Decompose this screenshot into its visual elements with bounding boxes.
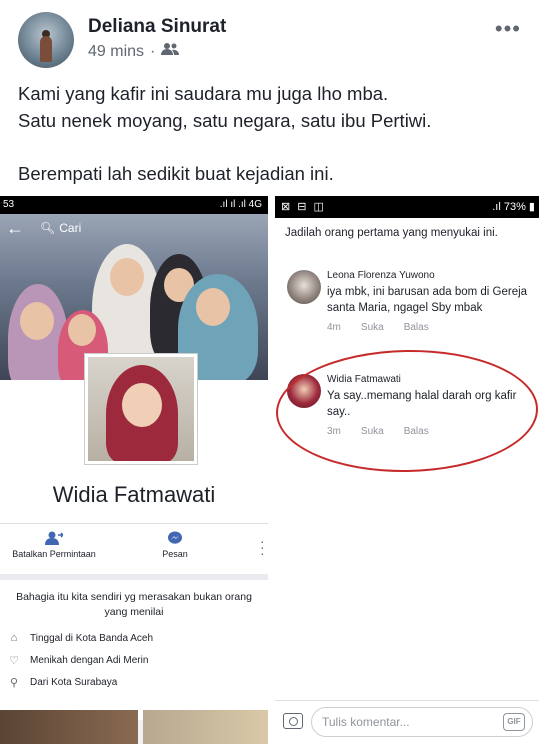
- info-lives-text[interactable]: Tinggal di Kota Banda Aceh: [30, 633, 153, 644]
- commenter-name[interactable]: Widia Fatmawati: [327, 374, 537, 385]
- comment-time: 3m: [327, 426, 341, 437]
- location-pin-icon: ⚲: [9, 677, 19, 689]
- meta-separator: ·: [150, 42, 156, 60]
- search-bar[interactable]: ← 🔍︎ Cari: [0, 214, 268, 244]
- post-caption: Kami yang kafir ini saudara mu juga lho …: [18, 80, 528, 187]
- info-relationship-text[interactable]: Menikah dengan Adi Merin: [30, 655, 148, 666]
- profile-picture[interactable]: [85, 354, 197, 464]
- comment-input[interactable]: [311, 707, 533, 737]
- comment-composer: GIF: [275, 700, 539, 744]
- profile-name: Widia Fatmawati: [52, 482, 216, 507]
- status-signal: ⠀.ıl ıl .ıl 4G: [212, 199, 262, 210]
- profile-screenshot: 53 ⠀.ıl ıl .ıl 4G ← 🔍︎ Cari Widia Fatmaw…: [0, 196, 268, 744]
- home-icon: ⌂: [10, 632, 18, 644]
- photo-thumbnail[interactable]: [0, 710, 138, 744]
- comment-text: Ya say..memang halal darah org kafir say…: [327, 390, 517, 418]
- comment-text: iya mbk, ini barusan ada bom di Gereja s…: [327, 286, 528, 314]
- camera-icon[interactable]: [283, 713, 303, 729]
- status-battery: .ıl 73% ▮: [492, 201, 535, 213]
- status-time: 53: [3, 199, 15, 210]
- commenter-avatar[interactable]: [287, 374, 321, 408]
- cancel-friend-request-icon: [45, 531, 63, 545]
- photo-strip: [0, 710, 268, 744]
- divider: [0, 523, 268, 524]
- reply-button[interactable]: Balas: [404, 426, 429, 437]
- cancel-request-button[interactable]: Batalkan Permintaan: [2, 531, 106, 559]
- info-lives-in: ⌂ Tinggal di Kota Banda Aceh: [8, 632, 153, 644]
- friends-icon[interactable]: [161, 42, 180, 61]
- author-avatar[interactable]: [18, 12, 74, 68]
- message-button[interactable]: Pesan: [150, 531, 200, 559]
- be-first-to-like: Jadilah orang pertama yang menyukai ini.: [285, 227, 498, 239]
- search-label: Cari: [59, 221, 82, 235]
- gif-icon[interactable]: GIF: [503, 713, 525, 731]
- profile-bio: Bahagia itu kita sendiri yg merasakan bu…: [16, 591, 252, 618]
- back-arrow-icon[interactable]: ←: [6, 218, 24, 239]
- post-meta: 49 mins ·: [88, 42, 180, 61]
- status-bar: ⊠ ⊟ ◫ .ıl 73% ▮: [275, 196, 539, 218]
- section-divider: [0, 574, 268, 580]
- more-actions-icon[interactable]: · · ·: [260, 534, 265, 560]
- info-relationship: ♡ Menikah dengan Adi Merin: [8, 654, 148, 667]
- info-from: ⚲ Dari Kota Surabaya: [8, 676, 117, 689]
- post-time[interactable]: 49 mins: [88, 43, 144, 61]
- caption-line: Berempati lah sedikit buat kejadian ini.: [18, 163, 334, 184]
- commenter-name[interactable]: Leona Florenza Yuwono: [327, 270, 537, 281]
- like-button[interactable]: Suka: [361, 322, 384, 333]
- message-label: Pesan: [162, 549, 188, 559]
- comment-meta: 3m Suka Balas: [327, 426, 537, 437]
- reply-button[interactable]: Balas: [404, 322, 429, 333]
- comment-meta: 4m Suka Balas: [327, 322, 537, 333]
- comments-screenshot: ⊠ ⊟ ◫ .ıl 73% ▮ Jadilah orang pertama ya…: [275, 196, 539, 744]
- status-bar: 53 ⠀.ıl ıl .ıl 4G: [0, 196, 268, 214]
- photo-thumbnail[interactable]: [143, 710, 268, 744]
- heart-icon: ♡: [9, 655, 19, 667]
- search-field[interactable]: 🔍︎ Cari: [40, 221, 81, 235]
- like-button[interactable]: Suka: [361, 426, 384, 437]
- author-name[interactable]: Deliana Sinurat: [88, 16, 226, 38]
- more-options-icon[interactable]: •••: [495, 16, 521, 42]
- post-header: Deliana Sinurat 49 mins · •••: [0, 0, 539, 70]
- caption-line: Kami yang kafir ini saudara mu juga lho …: [18, 83, 389, 104]
- caption-line: Satu nenek moyang, satu negara, satu ibu…: [18, 110, 432, 131]
- search-icon: 🔍︎: [40, 221, 56, 235]
- commenter-avatar[interactable]: [287, 270, 321, 304]
- status-notifications: ⊠ ⊟ ◫: [281, 201, 326, 213]
- messenger-icon: [168, 531, 182, 544]
- screenshot-gap: [268, 196, 275, 744]
- info-from-text[interactable]: Dari Kota Surabaya: [30, 677, 117, 688]
- comment-time: 4m: [327, 322, 341, 333]
- cancel-request-label: Batalkan Permintaan: [12, 549, 96, 559]
